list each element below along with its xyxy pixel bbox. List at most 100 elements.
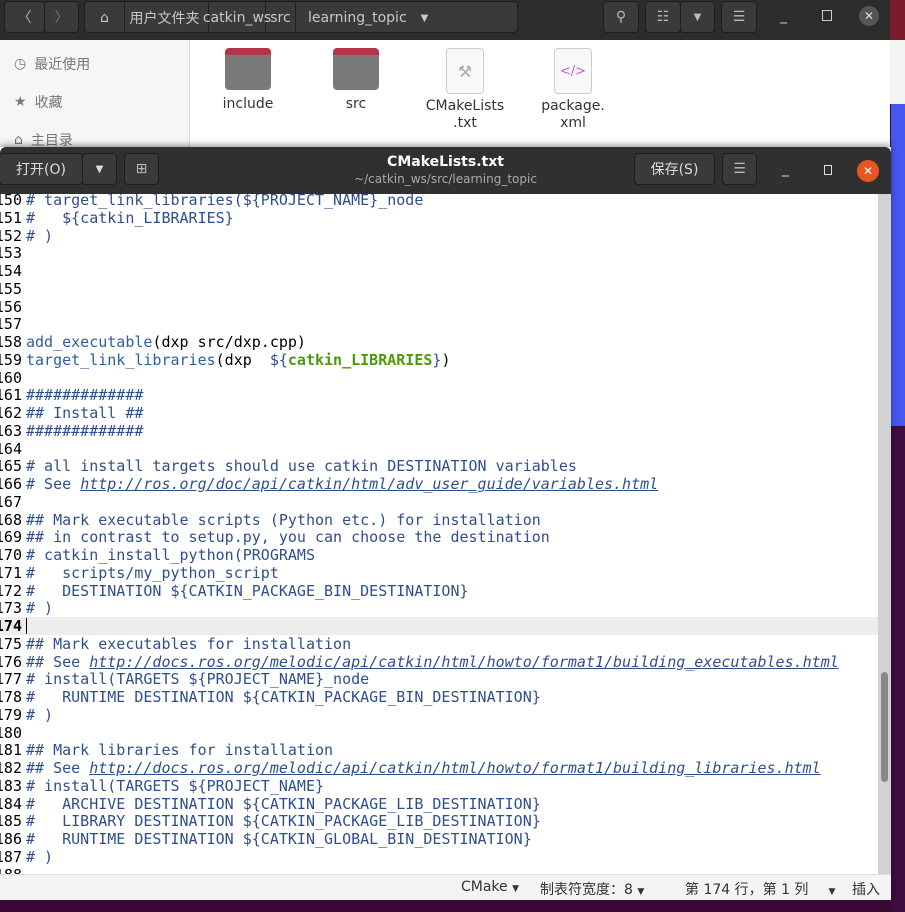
code-line[interactable]: 166# See http://ros.org/doc/api/catkin/h… bbox=[0, 475, 878, 493]
list-icon: ☷ bbox=[656, 9, 670, 25]
code-line[interactable]: 172# DESTINATION ${CATKIN_PACKAGE_BIN_DE… bbox=[0, 582, 878, 600]
search-button[interactable]: ⚲ bbox=[603, 1, 639, 33]
sidebar-item-recent[interactable]: ◷ 最近使用 bbox=[14, 54, 90, 74]
code-line[interactable]: 182## See http://docs.ros.org/melodic/ap… bbox=[0, 759, 878, 777]
file-item-src[interactable]: src bbox=[311, 48, 401, 113]
code-token: ## See bbox=[26, 652, 90, 671]
code-line[interactable]: 152# ) bbox=[0, 227, 878, 245]
file-item-cmakelists[interactable]: ⚒ CMakeLists .txt bbox=[420, 48, 510, 132]
line-text: ## Mark executables for installation bbox=[26, 635, 351, 653]
code-line[interactable]: 159target_link_libraries(dxp ${catkin_LI… bbox=[0, 351, 878, 369]
code-line[interactable]: 164 bbox=[0, 440, 878, 458]
code-token: ## Mark executables for installation bbox=[26, 634, 352, 653]
code-line[interactable]: 175## Mark executables for installation bbox=[0, 635, 878, 653]
vertical-scrollbar[interactable] bbox=[878, 194, 891, 874]
cursor-position[interactable]: 第 174 行，第 1 列 ▼ bbox=[685, 879, 835, 899]
code-link[interactable]: http://ros.org/doc/api/catkin/html/adv_u… bbox=[80, 475, 658, 493]
line-text: # target_link_libraries(${PROJECT_NAME}_… bbox=[26, 194, 423, 209]
breadcrumb-learning-topic[interactable]: learning_topic ▼ bbox=[296, 2, 518, 34]
code-line[interactable]: 181## Mark libraries for installation bbox=[0, 741, 878, 759]
code-line[interactable]: 160 bbox=[0, 369, 878, 387]
view-options-button[interactable]: ▼ bbox=[680, 1, 715, 33]
code-token: ## Mark libraries for installation bbox=[26, 741, 334, 760]
language-selector[interactable]: CMake ▼ bbox=[461, 879, 519, 895]
code-line[interactable]: 188 bbox=[0, 866, 878, 875]
breadcrumb-src[interactable]: src bbox=[266, 2, 296, 34]
code-line[interactable]: 161############# bbox=[0, 386, 878, 404]
file-item-include[interactable]: include bbox=[203, 48, 293, 113]
code-line[interactable]: 151# ${catkin_LIBRARIES} bbox=[0, 209, 878, 227]
line-number: 151 bbox=[0, 208, 22, 227]
maximize-button[interactable] bbox=[822, 10, 832, 21]
code-line[interactable]: 156 bbox=[0, 298, 878, 316]
code-token: # install(TARGETS ${PROJECT_NAME}_node bbox=[26, 670, 370, 689]
code-line[interactable]: 158add_executable(dxp src/dxp.cpp) bbox=[0, 333, 878, 351]
hamburger-icon: ☰ bbox=[732, 9, 746, 25]
code-line[interactable]: 171# scripts/my_python_script bbox=[0, 564, 878, 582]
code-token: # See bbox=[26, 475, 81, 493]
line-text: # catkin_install_python(PROGRAMS bbox=[26, 546, 315, 564]
code-token: # RUNTIME DESTINATION ${CATKIN_GLOBAL_BI… bbox=[26, 830, 532, 848]
close-button[interactable]: ✕ bbox=[857, 160, 879, 182]
sidebar-item-starred[interactable]: ★ 收藏 bbox=[14, 92, 63, 112]
maximize-button[interactable] bbox=[824, 165, 832, 175]
code-line[interactable]: 174 bbox=[0, 617, 878, 635]
breadcrumb-home[interactable]: 用户文件夹 bbox=[105, 2, 209, 34]
code-line[interactable]: 176## See http://docs.ros.org/melodic/ap… bbox=[0, 653, 878, 671]
code-token: target_link_libraries bbox=[26, 350, 216, 369]
cursor-position-label: 第 174 行，第 1 列 bbox=[685, 882, 809, 898]
code-token: (dxp bbox=[215, 350, 270, 369]
breadcrumb-label: 用户文件夹 bbox=[129, 11, 200, 27]
code-token: (dxp src/dxp.cpp) bbox=[152, 333, 306, 351]
line-number: 177 bbox=[0, 670, 22, 689]
view-list-button[interactable]: ☷ bbox=[645, 1, 681, 33]
line-text: add_executable(dxp src/dxp.cpp) bbox=[26, 333, 306, 351]
close-button[interactable]: ✕ bbox=[859, 6, 879, 26]
code-line[interactable]: 178# RUNTIME DESTINATION ${CATKIN_PACKAG… bbox=[0, 688, 878, 706]
code-line[interactable]: 170# catkin_install_python(PROGRAMS bbox=[0, 546, 878, 564]
breadcrumb-catkin-ws[interactable]: catkin_ws bbox=[203, 2, 271, 34]
save-button[interactable]: 保存(S) bbox=[634, 153, 715, 185]
close-icon: ✕ bbox=[863, 9, 875, 23]
code-line[interactable]: 155 bbox=[0, 280, 878, 298]
code-line[interactable]: 183# install(TARGETS ${PROJECT_NAME} bbox=[0, 777, 878, 795]
code-line[interactable]: 162## Install ## bbox=[0, 404, 878, 422]
code-line[interactable]: 180 bbox=[0, 724, 878, 742]
line-text: # all install targets should use catkin … bbox=[26, 457, 577, 475]
minimize-button[interactable]: _ bbox=[782, 161, 789, 177]
code-link[interactable]: http://docs.ros.org/melodic/api/catkin/h… bbox=[89, 759, 821, 777]
code-line[interactable]: 177# install(TARGETS ${PROJECT_NAME}_nod… bbox=[0, 670, 878, 688]
code-token: ) bbox=[441, 350, 451, 369]
forward-button[interactable]: 〉 bbox=[44, 1, 79, 33]
code-line[interactable]: 184# ARCHIVE DESTINATION ${CATKIN_PACKAG… bbox=[0, 795, 878, 813]
back-button[interactable]: 〈 bbox=[4, 1, 45, 33]
code-line[interactable]: 179# ) bbox=[0, 706, 878, 724]
breadcrumb-label: learning_topic bbox=[308, 10, 407, 26]
caret-down-icon: ▼ bbox=[512, 884, 520, 894]
code-editor[interactable]: 150 # target_link_libraries(${PROJECT_NAM… bbox=[0, 194, 878, 874]
code-link[interactable]: http://docs.ros.org/melodic/api/catkin/h… bbox=[89, 653, 839, 671]
scrollbar-thumb[interactable] bbox=[881, 672, 888, 782]
minimize-button[interactable]: _ bbox=[780, 8, 787, 24]
code-line[interactable]: 150 # target_link_libraries(${PROJECT_NAM… bbox=[0, 194, 878, 209]
menu-button[interactable]: ☰ bbox=[722, 153, 757, 185]
code-line[interactable]: 167 bbox=[0, 493, 878, 511]
code-line[interactable]: 173# ) bbox=[0, 599, 878, 617]
code-line[interactable]: 187# ) bbox=[0, 848, 878, 866]
code-line[interactable]: 153 bbox=[0, 244, 878, 262]
line-number: 175 bbox=[0, 634, 22, 653]
code-line[interactable]: 185# LIBRARY DESTINATION ${CATKIN_PACKAG… bbox=[0, 812, 878, 830]
code-line[interactable]: 163############# bbox=[0, 422, 878, 440]
tab-width-selector[interactable]: 制表符宽度：8 ▼ bbox=[540, 879, 644, 899]
code-line[interactable]: 168## Mark executable scripts (Python et… bbox=[0, 511, 878, 529]
code-line[interactable]: 169## in contrast to setup.py, you can c… bbox=[0, 528, 878, 546]
line-number: 163 bbox=[0, 421, 22, 440]
code-line[interactable]: 186# RUNTIME DESTINATION ${CATKIN_GLOBAL… bbox=[0, 830, 878, 848]
code-line[interactable]: 165# all install targets should use catk… bbox=[0, 457, 878, 475]
menu-button[interactable]: ☰ bbox=[721, 1, 757, 33]
code-line[interactable]: 154 bbox=[0, 262, 878, 280]
file-item-package-xml[interactable]: </> package. xml bbox=[528, 48, 618, 132]
code-line[interactable]: 157 bbox=[0, 315, 878, 333]
desktop-background bbox=[890, 40, 905, 104]
line-number: 187 bbox=[0, 847, 22, 866]
